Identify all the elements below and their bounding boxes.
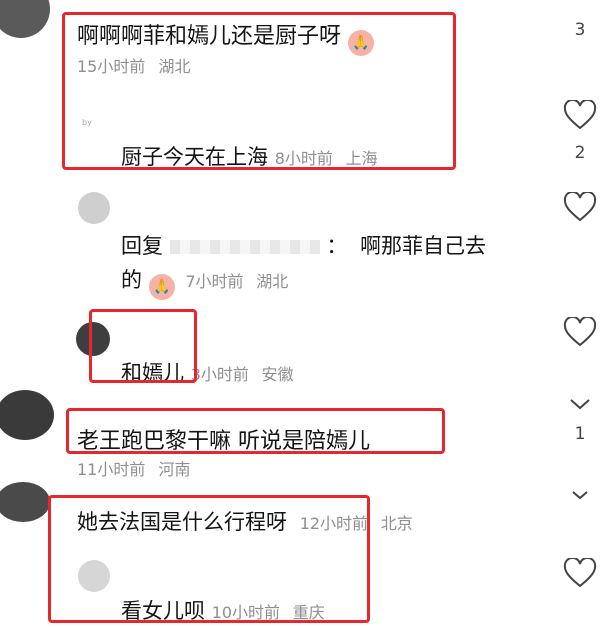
highlight-box [62,12,456,170]
highlight-box [48,495,370,623]
reply-count: 1 [574,424,586,444]
highlight-box [66,408,445,454]
chevron-down-icon[interactable] [571,486,589,505]
location: 河南 [158,460,191,479]
highlight-box [89,309,197,383]
chevron-down-icon[interactable] [569,396,591,415]
reply-text: 回复 ： 啊那菲自己去 [121,234,487,258]
timestamp: 7小时前 [185,272,244,291]
like-count: 2 [574,143,586,163]
avatar[interactable] [0,482,50,522]
location: 北京 [380,514,413,533]
avatar[interactable] [0,390,54,440]
comment-count: 3 [574,20,586,40]
heart-icon[interactable] [563,558,597,588]
heart-icon[interactable] [563,317,597,347]
timestamp: 11小时前 [77,460,146,479]
location: 湖北 [256,272,289,291]
pray-emoji: 🙏 [148,274,175,300]
redacted-username [169,240,320,254]
reply-text-continued: 的 🙏 7小时前 湖北 [121,264,288,300]
avatar[interactable] [0,0,50,38]
location: 安徽 [261,365,294,384]
timestamp: 3小时前 [190,365,249,384]
comment-meta: 11小时前 河南 [77,456,190,480]
heart-icon[interactable] [563,192,597,222]
heart-icon[interactable] [563,100,597,130]
avatar[interactable] [78,192,110,224]
